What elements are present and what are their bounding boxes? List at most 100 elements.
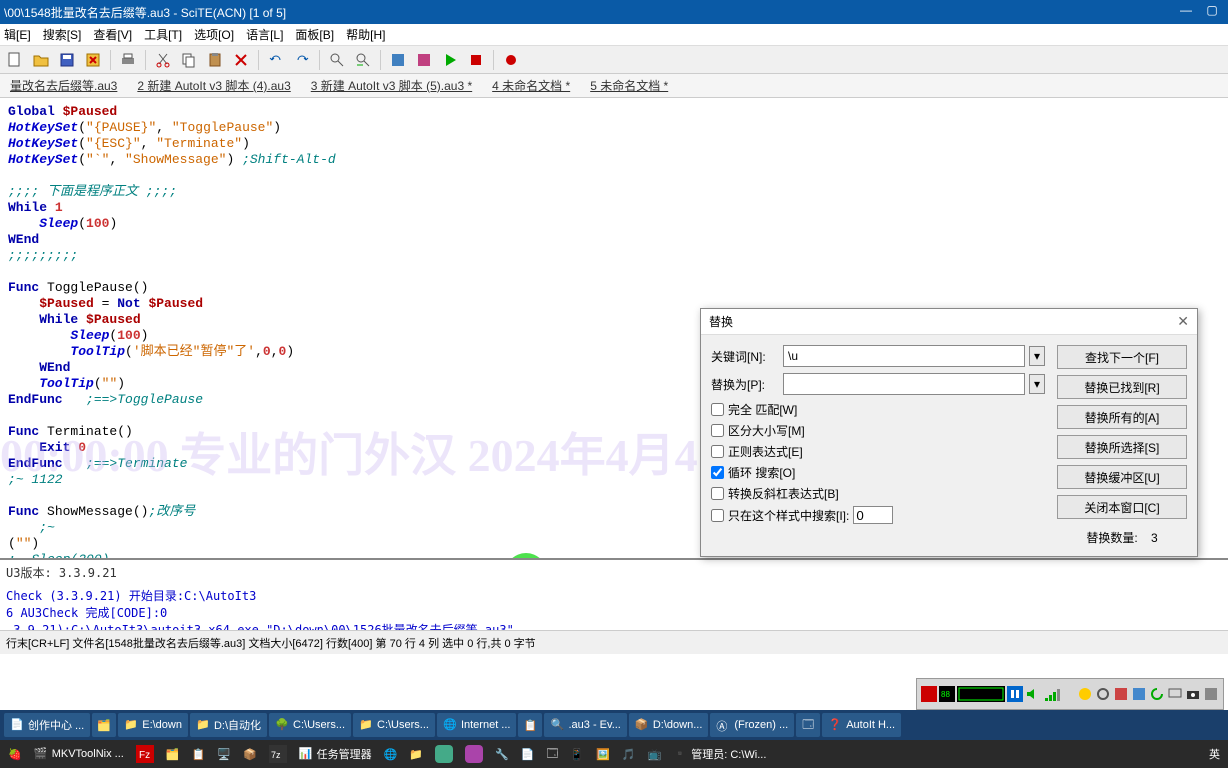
task-item[interactable]: 🖥️ <box>213 743 235 765</box>
stop-icon[interactable] <box>465 49 487 71</box>
task-item[interactable]: 📁D:\自动化 <box>190 713 267 737</box>
stop-icon[interactable] <box>921 686 937 702</box>
find-icon[interactable] <box>326 49 348 71</box>
refresh-icon[interactable] <box>1149 686 1165 702</box>
save-icon[interactable] <box>56 49 78 71</box>
menu-buffer[interactable]: 面板[B] <box>295 26 334 43</box>
output-panel[interactable]: U3版本: 3.3.9.21 Check (3.3.9.21) 开始目录:C:\… <box>0 558 1228 630</box>
task-item[interactable]: ❓AutoIt H... <box>822 713 901 737</box>
paste-icon[interactable] <box>204 49 226 71</box>
task-item[interactable]: 📁 <box>405 743 427 765</box>
app-icon[interactable] <box>1203 686 1219 702</box>
task-item[interactable] <box>431 743 457 765</box>
menu-help[interactable]: 帮助[H] <box>346 26 385 43</box>
task-item[interactable]: 🍓 <box>4 743 26 765</box>
menu-options[interactable]: 选项[O] <box>194 26 234 43</box>
cut-icon[interactable] <box>152 49 174 71</box>
tab-3[interactable]: 3 新建 AutoIt v3 脚本 (5).au3 * <box>305 75 478 96</box>
task-item[interactable]: 📦D:\down... <box>629 713 709 737</box>
copy-icon[interactable] <box>178 49 200 71</box>
camera-icon[interactable] <box>1185 686 1201 702</box>
regex-checkbox[interactable] <box>711 445 724 458</box>
backslash-checkbox[interactable] <box>711 487 724 500</box>
task-item[interactable]: 📁C:\Users... <box>353 713 435 737</box>
app-icon[interactable] <box>1077 686 1093 702</box>
go-icon[interactable] <box>439 49 461 71</box>
close-button[interactable]: 关闭本窗口[C] <box>1057 495 1187 519</box>
task-item[interactable]: 📊任务管理器 <box>295 743 376 765</box>
task-item[interactable]: Ⓐ(Frozen) ... <box>710 713 794 737</box>
menu-search[interactable]: 搜索[S] <box>43 26 82 43</box>
matchcase-checkbox[interactable] <box>711 424 724 437</box>
menu-view[interactable]: 查看[V] <box>93 26 132 43</box>
task-item[interactable]: 📋 <box>188 743 210 765</box>
task-item[interactable]: 🗂️ <box>162 743 184 765</box>
app-icon[interactable] <box>1131 686 1147 702</box>
meter-icon[interactable] <box>957 686 1005 702</box>
replace-input[interactable] <box>783 373 1025 395</box>
undo-icon[interactable] <box>265 49 287 71</box>
menu-edit[interactable]: 辑[E] <box>4 26 31 43</box>
gear-icon[interactable] <box>1095 686 1111 702</box>
wrap-checkbox[interactable] <box>711 466 724 479</box>
task-item[interactable]: 🎵 <box>618 743 640 765</box>
tab-2[interactable]: 2 新建 AutoIt v3 脚本 (4).au3 <box>131 75 296 96</box>
menu-tools[interactable]: 工具[T] <box>144 26 182 43</box>
task-item[interactable]: 🔧 <box>491 743 513 765</box>
task-item[interactable]: 🌐 <box>380 743 402 765</box>
minimize-button[interactable]: — <box>1174 3 1198 21</box>
replace-button[interactable]: 替换已找到[R] <box>1057 375 1187 399</box>
clock-icon[interactable]: 88 <box>939 686 955 702</box>
dropdown-icon[interactable]: ▾ <box>1029 346 1045 366</box>
task-item[interactable]: 🖼️ <box>592 743 614 765</box>
dialog-close-icon[interactable]: ✕ <box>1177 313 1189 330</box>
maximize-button[interactable]: ▢ <box>1200 3 1224 21</box>
style-input[interactable] <box>853 506 893 524</box>
task-item[interactable]: 🗔 <box>796 713 820 737</box>
wifi-icon[interactable] <box>1043 686 1075 702</box>
task-item[interactable]: Fz <box>132 743 158 765</box>
volume-icon[interactable] <box>1025 686 1041 702</box>
dropdown-icon[interactable]: ▾ <box>1029 374 1045 394</box>
task-item[interactable]: 7z <box>265 743 291 765</box>
delete-icon[interactable] <box>230 49 252 71</box>
wholeword-checkbox[interactable] <box>711 403 724 416</box>
app-icon[interactable] <box>1113 686 1129 702</box>
task-item[interactable]: 📄 <box>517 743 539 765</box>
task-item[interactable]: 📱 <box>566 743 588 765</box>
task-item[interactable]: 📦 <box>239 743 261 765</box>
task-item[interactable]: 📋 <box>518 713 542 737</box>
findnext-button[interactable]: 查找下一个[F] <box>1057 345 1187 369</box>
ime-indicator[interactable]: 英 <box>1205 743 1224 765</box>
task-item[interactable]: ▪️管理员: C:\Wi... <box>669 743 770 765</box>
close-icon[interactable] <box>82 49 104 71</box>
pause-icon[interactable] <box>1007 686 1023 702</box>
replaceall-button[interactable]: 替换所有的[A] <box>1057 405 1187 429</box>
print-icon[interactable] <box>117 49 139 71</box>
task-item[interactable]: 🌳C:\Users... <box>269 713 351 737</box>
task-item[interactable]: 🗂️ <box>92 713 116 737</box>
replacesel-button[interactable]: 替换所选择[S] <box>1057 435 1187 459</box>
task-item[interactable]: 📁E:\down <box>118 713 188 737</box>
open-icon[interactable] <box>30 49 52 71</box>
redo-icon[interactable] <box>291 49 313 71</box>
monitor-icon[interactable] <box>1167 686 1183 702</box>
task-item[interactable]: 🗔 <box>542 743 562 765</box>
replacebuf-button[interactable]: 替换缓冲区[U] <box>1057 465 1187 489</box>
task-item[interactable]: 📄创作中心 ... <box>4 713 90 737</box>
tab-4[interactable]: 4 未命名文档 * <box>486 75 576 96</box>
record-icon[interactable] <box>500 49 522 71</box>
tab-5[interactable]: 5 未命名文档 * <box>584 75 674 96</box>
task-item[interactable]: 🔍.au3 - Ev... <box>544 713 626 737</box>
task-item[interactable]: 🎬MKVToolNix ... <box>30 743 128 765</box>
replace-icon[interactable] <box>352 49 374 71</box>
task-item[interactable]: 🌐Internet ... <box>437 713 517 737</box>
new-icon[interactable] <box>4 49 26 71</box>
menu-lang[interactable]: 语言[L] <box>246 26 283 43</box>
tab-1[interactable]: 量改名去后缀等.au3 <box>4 75 123 96</box>
task-item[interactable] <box>461 743 487 765</box>
keyword-input[interactable] <box>783 345 1025 367</box>
styleonly-checkbox[interactable] <box>711 509 724 522</box>
dialog-titlebar[interactable]: 替换 ✕ <box>701 309 1197 335</box>
task-item[interactable]: 📺 <box>644 743 666 765</box>
